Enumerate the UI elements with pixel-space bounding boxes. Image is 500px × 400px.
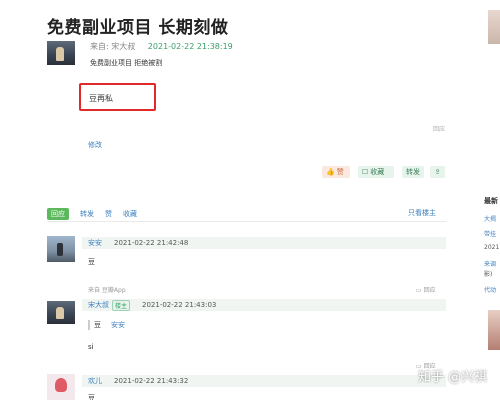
- tab-reply[interactable]: 回应: [47, 208, 69, 220]
- reply-time: 2021-02-22 21:43:32: [114, 377, 189, 385]
- quote-block: 豆 安安: [88, 320, 125, 330]
- reply-avatar[interactable]: [47, 301, 75, 324]
- reply-header: 宋大叔 楼主 2021-02-22 21:43:03: [82, 299, 446, 311]
- sidebar-link[interactable]: 2021: [484, 244, 500, 251]
- reply-time: 2021-02-22 21:43:03: [142, 301, 217, 309]
- sidebar-link[interactable]: 代动: [484, 285, 500, 294]
- comment-icon: ▭: [416, 287, 422, 294]
- divider: [47, 221, 447, 222]
- favorite-label: 收藏: [370, 168, 385, 176]
- only-author-link[interactable]: 只看楼主: [408, 208, 436, 218]
- bookmark-icon: ☐: [362, 168, 369, 176]
- post-meta: 来自: 宋大叔 2021-02-22 21:38:19: [90, 41, 233, 52]
- share-button[interactable]: ⇪: [430, 166, 445, 178]
- sidebar-link[interactable]: 影): [484, 269, 500, 278]
- post-author[interactable]: 来自: 宋大叔: [90, 42, 135, 51]
- reply-link-label: 回应: [423, 287, 436, 294]
- quote-bar: [88, 320, 90, 330]
- like-button[interactable]: 👍 赞: [322, 166, 350, 178]
- reply-tabs: 回应 转发 赞 收藏: [47, 208, 137, 220]
- reply-text: 豆: [88, 258, 95, 266]
- reply-link[interactable]: ▭ 回应: [416, 285, 436, 294]
- post-title: 免费副业项目 长期刻做: [47, 18, 229, 38]
- post-subtitle: 免费副业项目 拒绝被割: [90, 59, 163, 67]
- quote-text: 豆: [94, 321, 101, 329]
- sidebar-link[interactable]: 带挂: [484, 229, 500, 238]
- op-badge: 楼主: [112, 299, 131, 311]
- author-avatar[interactable]: [47, 41, 75, 65]
- reply-source: 来自 豆瓣App: [88, 287, 126, 294]
- reply-author[interactable]: 欢儿: [88, 376, 102, 386]
- sidebar-link[interactable]: 来调: [484, 259, 500, 268]
- reply-text: si: [88, 343, 94, 351]
- reply-header: 安安 2021-02-22 21:42:48: [82, 237, 446, 249]
- sidebar-avatar[interactable]: [488, 10, 500, 44]
- reply-time: 2021-02-22 21:42:48: [114, 239, 189, 247]
- edit-link[interactable]: 修改: [88, 140, 102, 150]
- share-icon: ⇪: [434, 168, 441, 176]
- favorite-button[interactable]: ☐ 收藏: [358, 166, 394, 178]
- tab-like[interactable]: 赞: [105, 209, 112, 219]
- post-time: 2021-02-22 21:38:19: [147, 42, 233, 51]
- highlight-box: 豆再私: [79, 83, 156, 111]
- watermark: 知乎 @兴祺: [418, 370, 488, 385]
- quote-author[interactable]: 安安: [111, 320, 125, 330]
- thumb-icon: 👍: [326, 168, 335, 176]
- tab-forward[interactable]: 转发: [80, 209, 94, 219]
- small-reply-link[interactable]: 回应: [433, 124, 445, 133]
- reply-author[interactable]: 安安: [88, 238, 102, 248]
- tab-favorite[interactable]: 收藏: [123, 209, 137, 219]
- sidebar-heading: 最新: [484, 197, 498, 205]
- sidebar-link[interactable]: 大揭: [484, 214, 500, 223]
- forward-label: 转发: [406, 168, 420, 176]
- like-label: 赞: [336, 168, 344, 176]
- sidebar-image[interactable]: [488, 310, 500, 350]
- reply-text: 豆: [88, 394, 95, 400]
- forward-button[interactable]: 转发: [402, 166, 424, 178]
- reply-avatar[interactable]: [47, 374, 75, 400]
- reply-header: 欢儿 2021-02-22 21:43:32: [82, 375, 446, 387]
- reply-author[interactable]: 宋大叔: [88, 300, 109, 310]
- highlight-text: 豆再私: [89, 94, 113, 103]
- reply-avatar[interactable]: [47, 236, 75, 262]
